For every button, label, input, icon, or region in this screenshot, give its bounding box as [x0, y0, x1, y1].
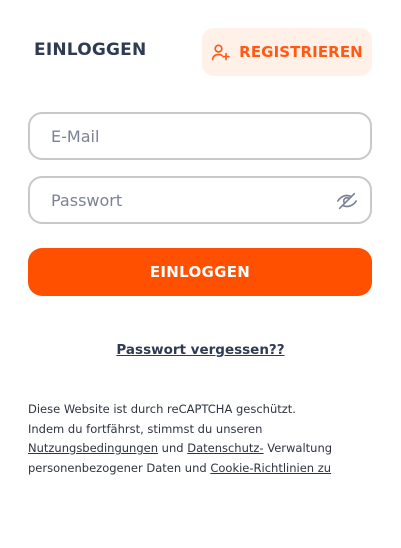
email-field-wrapper: [28, 112, 372, 160]
eye-off-icon[interactable]: [336, 190, 358, 212]
login-button[interactable]: EINLOGGEN: [28, 248, 372, 296]
auth-tabs: EINLOGGEN REGISTRIEREN: [0, 0, 401, 100]
forgot-password-link[interactable]: Passwort vergessen??: [116, 342, 284, 358]
legal-notice: Diese Website ist durch reCAPTCHA geschü…: [28, 400, 373, 478]
legal-and-1: und: [161, 441, 184, 455]
legal-and-2: und: [184, 460, 207, 475]
tab-login[interactable]: EINLOGGEN: [34, 40, 146, 60]
email-input[interactable]: [30, 114, 370, 158]
consent-text: Indem du fortfährst, stimmst du unseren: [28, 421, 263, 436]
privacy-link[interactable]: Datenschutz-: [187, 441, 263, 455]
forgot-password: Passwort vergessen??: [0, 342, 401, 358]
user-plus-icon: [212, 44, 230, 61]
recaptcha-notice: Diese Website ist durch reCAPTCHA geschü…: [28, 402, 296, 416]
tab-register[interactable]: REGISTRIEREN: [202, 28, 372, 76]
password-input[interactable]: [30, 178, 370, 222]
password-field-wrapper: [28, 176, 372, 224]
terms-link[interactable]: Nutzungsbedingungen: [28, 441, 158, 455]
tab-register-label: REGISTRIEREN: [239, 43, 363, 61]
cookie-link[interactable]: Cookie-Richtlinien zu: [210, 461, 331, 475]
